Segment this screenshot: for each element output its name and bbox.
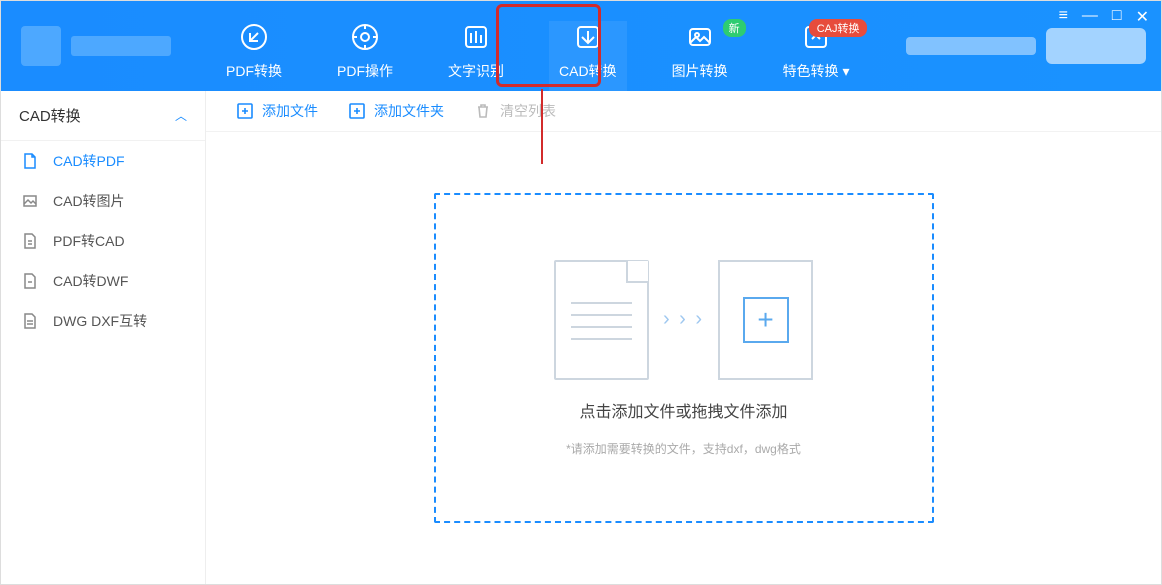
nav-ocr[interactable]: 文字识别: [438, 21, 514, 91]
chevron-down-icon: ▾: [842, 63, 849, 79]
app-header: PDF转换 PDF操作 文字识别 CAD转换 新 图片转换: [1, 1, 1161, 91]
sidebar: CAD转换 ︿ CAD转PDF CAD转图片 PDF转CAD CAD转DWF D…: [1, 91, 206, 584]
ocr-icon: [460, 21, 492, 53]
nav-label: 特色转换 ▾: [783, 61, 850, 81]
header-action-button[interactable]: [1046, 28, 1146, 64]
sidebar-item-cad-to-image[interactable]: CAD转图片: [1, 181, 205, 221]
add-file-icon: [236, 102, 254, 120]
maximize-icon[interactable]: □: [1112, 7, 1122, 27]
arrow-icon: › › ›: [663, 308, 704, 331]
minimize-icon[interactable]: ―: [1082, 7, 1098, 27]
logo-text: [71, 36, 171, 56]
add-box-icon: +: [718, 260, 813, 380]
nav-label: PDF转换: [226, 61, 282, 81]
logo-area: [1, 26, 191, 66]
sidebar-item-cad-to-pdf[interactable]: CAD转PDF: [1, 141, 205, 181]
toolbar-label: 添加文件: [262, 101, 318, 121]
sidebar-item-label: CAD转PDF: [53, 151, 125, 171]
logo-icon: [21, 26, 61, 66]
cad-file-icon: [21, 233, 39, 249]
dropzone-hint: *请添加需要转换的文件，支持dxf，dwg格式: [566, 440, 801, 457]
sidebar-item-pdf-to-cad[interactable]: PDF转CAD: [1, 221, 205, 261]
nav-special-convert[interactable]: CAJ转换 特色转换 ▾: [773, 21, 860, 91]
user-info: [906, 37, 1036, 55]
main-area: 添加文件 添加文件夹 清空列表 › › › +: [206, 91, 1161, 584]
trash-icon: [474, 102, 492, 120]
main-nav: PDF转换 PDF操作 文字识别 CAD转换 新 图片转换: [191, 1, 859, 91]
badge-caj: CAJ转换: [809, 19, 868, 37]
close-icon[interactable]: ✕: [1136, 7, 1149, 27]
swap-file-icon: [21, 313, 39, 329]
sidebar-item-cad-to-dwf[interactable]: CAD转DWF: [1, 261, 205, 301]
sidebar-item-label: CAD转DWF: [53, 271, 128, 291]
chevron-up-icon: ︿: [175, 107, 187, 124]
nav-image-convert[interactable]: 新 图片转换: [662, 21, 738, 91]
cad-convert-icon: [572, 21, 604, 53]
dropzone[interactable]: › › › + 点击添加文件或拖拽文件添加 *请添加需要转换的文件，支持dxf，…: [434, 193, 934, 523]
add-folder-icon: [348, 102, 366, 120]
toolbar-label: 清空列表: [500, 101, 556, 121]
nav-cad-convert[interactable]: CAD转换: [549, 21, 627, 91]
add-folder-button[interactable]: 添加文件夹: [348, 101, 444, 121]
clear-list-button[interactable]: 清空列表: [474, 101, 556, 121]
sidebar-item-label: CAD转图片: [53, 191, 125, 211]
image-file-icon: [21, 193, 39, 209]
toolbar-label: 添加文件夹: [374, 101, 444, 121]
pdf-file-icon: [21, 153, 39, 169]
pdf-convert-icon: [238, 21, 270, 53]
nav-label: CAD转换: [559, 61, 617, 81]
sidebar-item-dwg-dxf[interactable]: DWG DXF互转: [1, 301, 205, 341]
badge-new: 新: [723, 19, 746, 37]
nav-label: 文字识别: [448, 61, 504, 81]
toolbar: 添加文件 添加文件夹 清空列表: [206, 91, 1161, 132]
sidebar-title: CAD转换: [19, 105, 81, 126]
sidebar-item-label: DWG DXF互转: [53, 311, 147, 331]
nav-pdf-operate[interactable]: PDF操作: [327, 21, 403, 91]
menu-icon[interactable]: ≡: [1059, 7, 1068, 27]
drop-illustration: › › › +: [554, 260, 813, 380]
document-icon: [554, 260, 649, 380]
window-controls: ≡ ― □ ✕: [1059, 7, 1149, 27]
dwf-file-icon: [21, 273, 39, 289]
add-file-button[interactable]: 添加文件: [236, 101, 318, 121]
dropzone-title: 点击添加文件或拖拽文件添加: [579, 398, 787, 422]
nav-label: PDF操作: [337, 61, 393, 81]
nav-label: 图片转换: [672, 61, 728, 81]
nav-pdf-convert[interactable]: PDF转换: [216, 21, 292, 91]
image-convert-icon: [684, 21, 716, 53]
sidebar-header[interactable]: CAD转换 ︿: [1, 91, 205, 141]
sidebar-item-label: PDF转CAD: [53, 231, 125, 251]
pdf-operate-icon: [349, 21, 381, 53]
